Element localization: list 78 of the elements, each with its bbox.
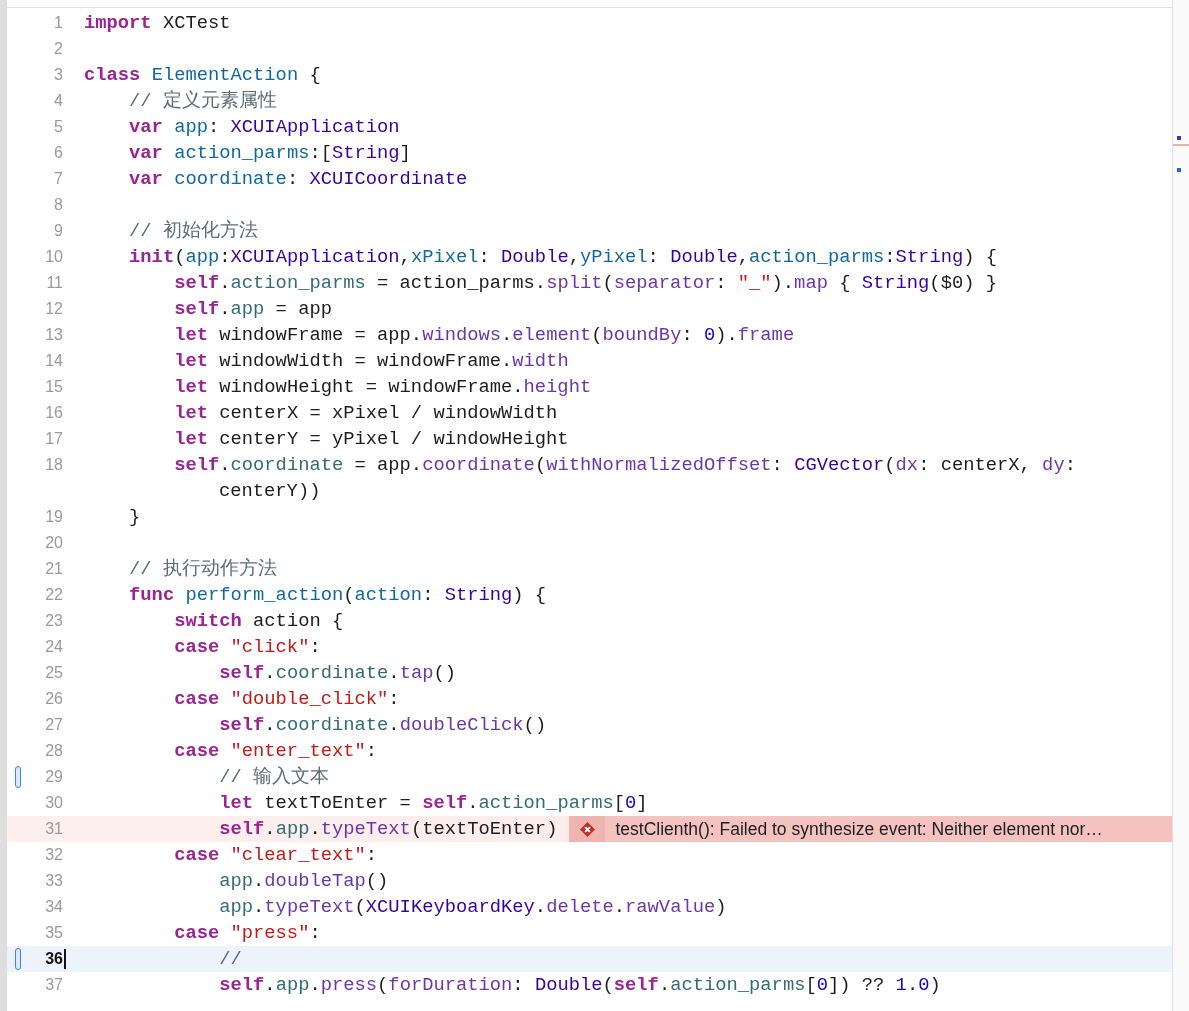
text-cursor [64, 949, 66, 969]
code-line: app.typeText(XCUIKeyboardKey.delete.rawValue) [218, 895, 727, 920]
code-line: case "double_click": [173, 687, 400, 712]
error-banner[interactable]: testClienth(): Failed to synthesize event: Neither element nor… [569, 816, 1172, 842]
code-line: let windowHeight = windowFrame.height [173, 375, 592, 400]
line-number: 21 [44, 559, 63, 579]
line-number: 3 [53, 65, 63, 85]
line-number: 23 [44, 611, 63, 631]
code-line: var action_parms:[String] [128, 141, 411, 166]
line-number: 13 [44, 325, 63, 345]
code-line: self.coordinate.tap() [218, 661, 456, 686]
code-line: case "clear_text": [173, 843, 378, 868]
line-number: 20 [44, 533, 63, 553]
code-comment: // 初始化方法 [128, 219, 258, 244]
line-number: 30 [44, 793, 63, 813]
code-line: let centerX = xPixel / windowWidth [173, 401, 558, 426]
code-line: self.coordinate = app.coordinate(withNormalizedOffset: CGVector(dx: centerX, dy: [173, 453, 1076, 478]
code-line: class ElementAction { [84, 63, 321, 88]
line-number: 12 [44, 299, 63, 319]
code-line: case "click": [173, 635, 321, 660]
line-number: 18 [44, 455, 63, 475]
line-number: 5 [53, 117, 63, 137]
line-number: 11 [45, 273, 63, 293]
line-number: 27 [44, 715, 63, 735]
line-number: 2 [53, 39, 63, 59]
code-line: let textToEnter = self.action_parms[0] [218, 791, 648, 816]
code-line: init(app:XCUIApplication,xPixel: Double,yPixel: Double,action_parms:String) { [128, 245, 997, 270]
code-line: func perform_action(action: String) { [128, 583, 547, 608]
code-line: self.app.typeText(textToEnter) [218, 817, 558, 842]
code-line: self.app = app [173, 297, 332, 322]
scroll-marker-icon [1177, 168, 1181, 172]
code-line: let windowFrame = app.windows.element(boundBy: 0).frame [173, 323, 795, 348]
line-number: 1 [53, 13, 63, 33]
line-number: 37 [44, 975, 63, 995]
code-comment: // 定义元素属性 [128, 89, 277, 114]
line-number: 10 [44, 247, 63, 267]
line-number: 35 [44, 923, 63, 943]
code-line: self.action_parms = action_parms.split(separator: "_").map { String($0) } [173, 271, 997, 296]
line-number: 29 [44, 767, 63, 787]
line-number: 34 [44, 897, 63, 917]
line-number: 31 [44, 819, 63, 839]
code-comment: // 输入文本 [218, 765, 330, 790]
code-line: } [128, 505, 141, 530]
line-number: 24 [44, 637, 63, 657]
line-number: 26 [44, 689, 63, 709]
error-message: testClienth(): Failed to synthesize event: Neither element nor… [615, 817, 1103, 841]
code-line: centerY)) [219, 479, 321, 504]
code-line: import XCTest [84, 11, 231, 36]
code-line: var app: XCUIApplication [128, 115, 400, 140]
code-line: app.doubleTap() [218, 869, 389, 894]
line-number: 22 [44, 585, 63, 605]
code-comment: // 执行动作方法 [128, 557, 277, 582]
line-number: 17 [44, 429, 63, 449]
scroll-marker-icon [1177, 136, 1181, 140]
code-line: let centerY = yPixel / windowHeight [173, 427, 569, 452]
code-line: case "press": [173, 921, 321, 946]
line-number: 36 [44, 949, 63, 969]
line-number: 6 [53, 143, 63, 163]
code-line: self.app.press(forDuration: Double(self.action_parms[0]) ?? 1.0) [218, 973, 941, 998]
line-number: 28 [44, 741, 63, 761]
line-number: 33 [44, 871, 63, 891]
line-number: 16 [44, 403, 63, 423]
code-comment: // [218, 947, 242, 972]
line-number: 25 [44, 663, 63, 683]
line-number: 32 [44, 845, 63, 865]
line-number: 7 [53, 169, 63, 189]
line-number: 9 [53, 221, 63, 241]
scrollbar-track[interactable] [1172, 0, 1189, 1011]
code-line: switch action { [173, 609, 344, 634]
code-line: let windowWidth = windowFrame.width [173, 349, 569, 374]
line-number: 4 [53, 91, 63, 111]
code-line: self.coordinate.doubleClick() [218, 713, 547, 738]
code-line: var coordinate: XCUICoordinate [128, 167, 468, 192]
code-line: case "enter_text": [173, 739, 378, 764]
line-number: 15 [44, 377, 63, 397]
line-number: 19 [44, 507, 63, 527]
line-number: 8 [53, 195, 63, 215]
line-number: 14 [44, 351, 63, 371]
